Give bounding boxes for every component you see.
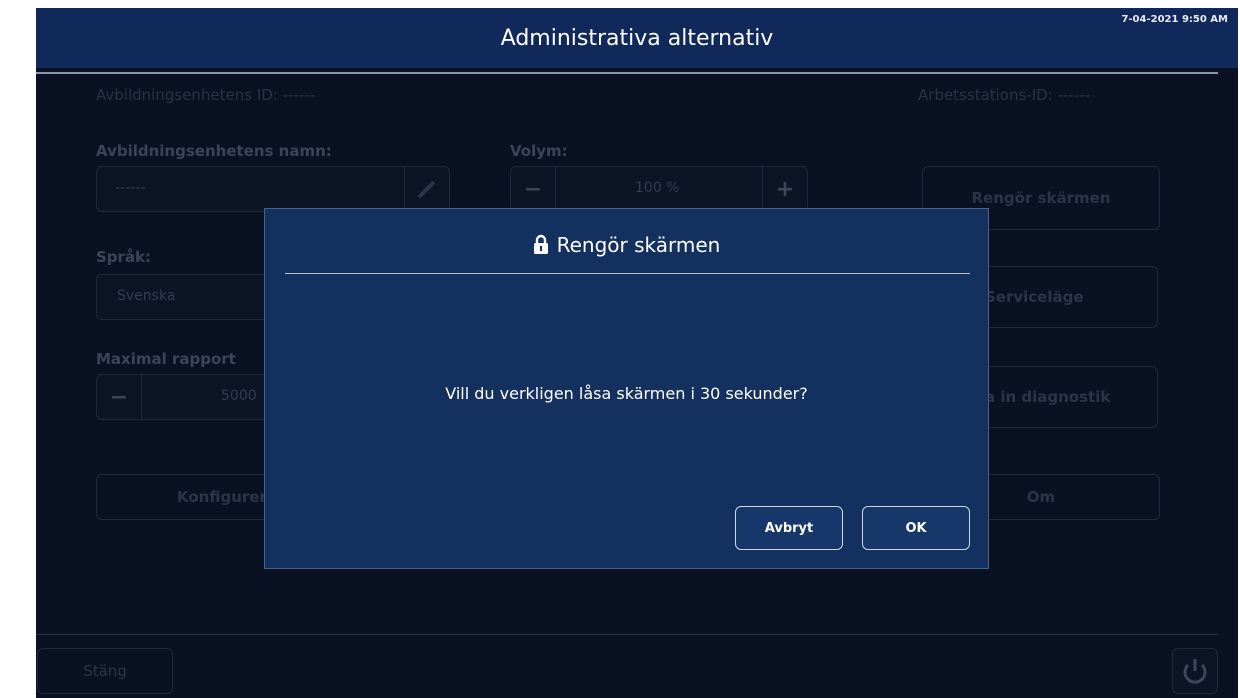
volume-decrease-button[interactable]: − [511,167,556,211]
language-value: Svenska [117,288,176,304]
max-report-value: 5000 [221,388,257,404]
footer-divider [36,634,1218,635]
lock-icon [533,234,549,259]
device-name-label: Avbildningsenhetens namn: [96,142,332,160]
volume-label: Volym: [510,142,568,160]
page-title: Administrativa alternativ [500,26,774,51]
language-label: Språk: [96,248,152,266]
max-report-label: Maximal rapport [96,350,236,368]
dialog-title-text: Rengör skärmen [556,233,721,257]
timestamp: 7-04-2021 9:50 AM [1121,14,1228,25]
max-report-decrease-button[interactable]: − [97,375,142,419]
cancel-button[interactable]: Avbryt [735,506,843,550]
volume-increase-button[interactable]: + [762,167,807,211]
pencil-icon[interactable] [404,167,449,211]
workstation-id-label: Arbetsstations-ID: ------ [918,86,1090,104]
power-icon[interactable] [1172,648,1218,694]
dialog-title: Rengör skärmen [265,233,988,259]
device-name-value: ------ [115,180,146,196]
title-divider [36,72,1218,74]
close-button[interactable]: Stäng [37,648,173,694]
volume-stepper: − 100 % + [510,166,808,212]
dialog-divider [285,273,970,274]
device-id-label: Avbildningsenhetens ID: ------ [96,86,316,104]
ok-button[interactable]: OK [862,506,970,550]
dialog-message: Vill du verkligen låsa skärmen i 30 seku… [445,384,808,403]
device-name-field[interactable]: ------ [96,166,450,212]
title-bar: Administrativa alternativ 7-04-2021 9:50… [36,8,1238,68]
clean-screen-dialog: Rengör skärmen Vill du verkligen låsa sk… [264,208,989,569]
volume-value: 100 % [635,180,680,196]
